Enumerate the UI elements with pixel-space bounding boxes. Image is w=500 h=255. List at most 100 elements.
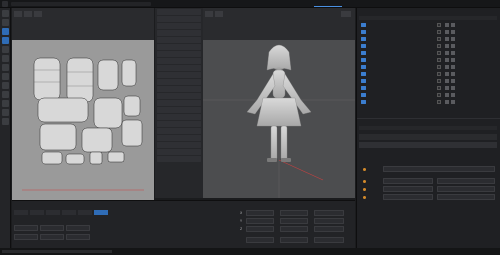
scale-z-field[interactable] [314,226,344,232]
visibility-toggle[interactable] [437,79,441,83]
menu-strip[interactable] [11,2,151,6]
mode-tab[interactable] [78,210,92,215]
uv-tool-icon[interactable] [34,11,42,17]
tag-icon[interactable] [445,51,449,55]
tag-icon[interactable] [451,58,455,62]
object-manager-menu[interactable] [359,16,497,20]
attributes-tabs[interactable] [359,134,497,140]
tag-icon[interactable] [451,100,455,104]
visibility-toggle[interactable] [437,65,441,69]
menu-item[interactable] [157,16,201,22]
name-field[interactable] [383,166,495,172]
menu-item[interactable] [157,121,201,127]
object-row[interactable] [359,29,497,35]
app-menu[interactable] [2,1,8,7]
object-row[interactable] [359,22,497,28]
menu-item[interactable] [157,128,201,134]
mode-tab[interactable] [14,210,28,215]
object-row[interactable] [359,92,497,98]
visibility-toggle[interactable] [437,51,441,55]
mode-icon[interactable] [2,73,9,80]
menu-item[interactable] [157,72,201,78]
apply-button[interactable] [314,237,344,243]
layout-tab[interactable] [230,1,258,7]
visibility-toggle[interactable] [437,37,441,41]
tag-icon[interactable] [451,65,455,69]
menu-item[interactable] [157,156,201,162]
view-icon[interactable] [215,11,223,17]
coord-mode-dropdown[interactable] [246,237,274,243]
tag-icon[interactable] [451,79,455,83]
property-field[interactable] [383,186,433,192]
object-row[interactable] [359,71,497,77]
menu-item[interactable] [157,114,201,120]
pos-x-field[interactable] [246,210,274,216]
undo-icon[interactable] [2,10,9,17]
menu-item[interactable] [157,79,201,85]
tag-icon[interactable] [445,23,449,27]
menu-item[interactable] [157,149,201,155]
menu-item[interactable] [157,23,201,29]
tag-icon[interactable] [445,65,449,69]
attributes-section[interactable] [359,142,497,148]
redo-icon[interactable] [2,19,9,26]
object-row[interactable] [359,85,497,91]
tag-icon[interactable] [451,93,455,97]
layout-tab[interactable] [258,1,286,7]
menu-item[interactable] [157,58,201,64]
stat-field[interactable] [66,225,90,231]
scale-y-field[interactable] [314,218,344,224]
tag-icon[interactable] [451,72,455,76]
layout-tab[interactable] [342,1,370,7]
layout-tab[interactable] [398,1,426,7]
property-field[interactable] [437,178,495,184]
menu-item[interactable] [157,100,201,106]
keyframe-icon[interactable] [363,168,366,171]
menu-item[interactable] [157,30,201,36]
property-field[interactable] [383,194,433,200]
visibility-toggle[interactable] [437,93,441,97]
property-field[interactable] [437,186,495,192]
stat-field[interactable] [40,234,64,240]
menu-item[interactable] [157,135,201,141]
menu-item[interactable] [157,142,201,148]
tag-icon[interactable] [451,30,455,34]
uv-tool-icon[interactable] [14,11,22,17]
menu-item[interactable] [157,9,201,15]
object-row[interactable] [359,64,497,70]
menu-item[interactable] [157,65,201,71]
object-row[interactable] [359,36,497,42]
menu-item[interactable] [157,51,201,57]
tag-icon[interactable] [445,58,449,62]
tag-icon[interactable] [445,37,449,41]
rot-z-field[interactable] [280,226,308,232]
view-icon[interactable] [205,11,213,17]
tag-icon[interactable] [451,23,455,27]
tag-icon[interactable] [445,86,449,90]
view-icon[interactable] [341,11,351,17]
mode-icon[interactable] [2,82,9,89]
keyframe-icon[interactable] [363,188,366,191]
rot-y-field[interactable] [280,218,308,224]
stat-field[interactable] [14,225,38,231]
scale-x-field[interactable] [314,210,344,216]
pos-y-field[interactable] [246,218,274,224]
keyframe-icon[interactable] [363,180,366,183]
uv-tool-icon[interactable] [24,11,32,17]
stat-field[interactable] [14,234,38,240]
menu-item[interactable] [157,107,201,113]
mode-icon[interactable] [2,91,9,98]
move-tool-icon[interactable] [2,37,9,44]
visibility-toggle[interactable] [437,23,441,27]
visibility-toggle[interactable] [437,58,441,62]
select-tool-icon[interactable] [2,28,9,35]
visibility-toggle[interactable] [437,30,441,34]
tag-icon[interactable] [445,100,449,104]
tag-icon[interactable] [451,37,455,41]
mode-icon[interactable] [2,109,9,116]
layout-tab[interactable] [370,1,398,7]
scale-tool-icon[interactable] [2,46,9,53]
tag-icon[interactable] [445,72,449,76]
menu-item[interactable] [157,37,201,43]
menu-item[interactable] [157,86,201,92]
